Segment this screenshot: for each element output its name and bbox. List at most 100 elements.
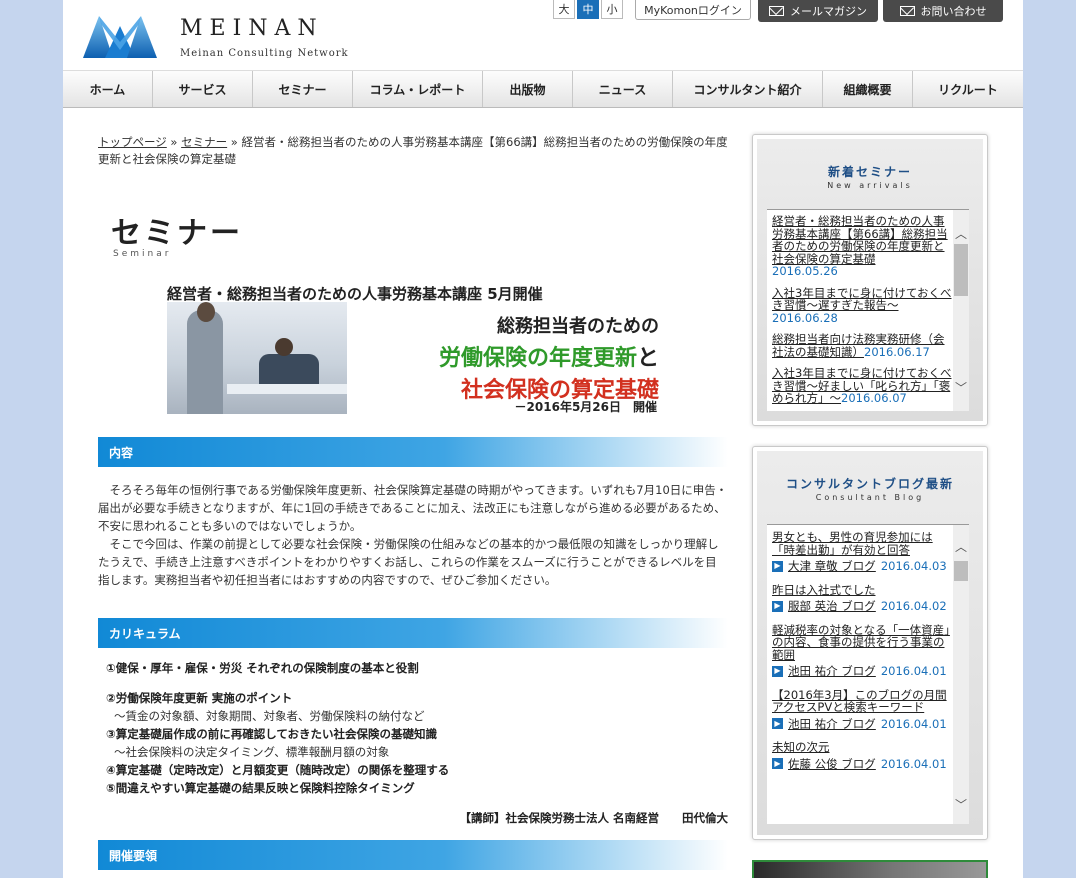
curriculum-item: ②労働保険年度更新 実施のポイント: [106, 691, 293, 705]
photo-person-standing: [187, 310, 223, 414]
nav-news[interactable]: ニュース: [573, 71, 673, 107]
nav-seminar[interactable]: セミナー: [253, 71, 353, 107]
nav-publications[interactable]: 出版物: [483, 71, 573, 107]
envelope-icon: [769, 6, 784, 16]
chevron-down-icon[interactable]: ﹀: [953, 797, 969, 812]
mykomon-login-button[interactable]: MyKomonログイン: [635, 0, 751, 20]
breadcrumb-home-link[interactable]: トップページ: [98, 135, 167, 149]
contact-button[interactable]: お問い合わせ: [883, 0, 1003, 22]
blog-item-author[interactable]: 服部 英治 ブログ: [788, 600, 876, 613]
logo-wordmark: MEINAN: [180, 16, 324, 41]
seminar-list-item[interactable]: 入社3年目までに身に付けておくべき習慣～好ましい「叱られ方」「褒められ方」～20…: [767, 362, 953, 409]
blog-item-author[interactable]: 大津 章敬 ブログ: [788, 560, 876, 573]
blog-item-date: 2016.04.01: [880, 664, 947, 678]
chevron-down-icon[interactable]: ﹀: [953, 380, 969, 395]
intro-paragraph: そろそろ毎年の恒例行事である労働保険年度更新、社会保険算定基礎の時期がやってきま…: [98, 483, 728, 533]
curriculum-subitem: ～社会保険料の決定タイミング、標準報酬月額の対象: [114, 745, 390, 759]
sidebar-banner-photo[interactable]: [752, 860, 988, 878]
consultant-blog-scrollbar[interactable]: ︿ ﹀: [953, 525, 969, 824]
nav-recruit[interactable]: リクルート: [913, 71, 1023, 107]
blog-item-meta: ▶ 池田 祐介 ブログ 2016.04.01: [772, 717, 953, 731]
curriculum-list: ①健保・厚年・雇保・労災 それぞれの保険制度の基本と役割 ②労働保険年度更新 実…: [106, 659, 728, 797]
page-title: セミナー: [111, 216, 243, 251]
blog-list-item[interactable]: 軽減税率の対象となる「一体資産」の内容、食事の提供を行う事業の範囲 ▶ 池田 祐介…: [767, 618, 953, 683]
font-size-switcher: 大 中 小: [553, 0, 623, 20]
consultant-blog-box: コンサルタントブログ最新 Consultant Blog 男女とも、男性の育児参…: [752, 446, 988, 840]
seminar-item-title: 入社3年目までに身に付けておくべき習慣～遅すぎた報告～: [772, 285, 952, 312]
section-heading-curriculum: カリキュラム: [98, 618, 728, 648]
blog-list-item[interactable]: 昨日は入社式でした ▶ 服部 英治 ブログ 2016.04.02: [767, 578, 953, 618]
seminar-item-date: 2016.06.28: [772, 310, 838, 325]
consultant-blog-list: 男女とも、男性の育児参加には「時差出勤」が有効と回答 ▶ 大津 章敬 ブログ 201…: [767, 524, 969, 824]
blog-list-item[interactable]: 【2016年3月】このブログの月間アクセスPVと検索キーワード ▶ 池田 祐介 ブ…: [767, 683, 953, 736]
blog-item-title: 軽減税率の対象となる「一体資産」の内容、食事の提供を行う事業の範囲: [772, 622, 950, 662]
seminar-item-title: 経営者・総務担当者のための人事労務基本講座【第66講】総務担当者のための労働保険…: [772, 214, 948, 266]
font-size-medium-button[interactable]: 中: [577, 0, 599, 19]
seminar-list-item[interactable]: 入社3年目までに身に付けておくべき習慣～遅すぎた報告～2016.06.28: [767, 282, 953, 329]
logo-subtitle: Meinan Consulting Network: [180, 48, 349, 59]
photo-person-head: [197, 302, 215, 322]
banner-topic-1-text: 労働保険の年度更新: [438, 346, 637, 371]
page-title-english: Seminar: [113, 249, 172, 259]
scrollbar-thumb[interactable]: [954, 244, 968, 296]
seminar-item-date: 2016.05.26: [772, 264, 838, 278]
curriculum-item: ④算定基礎（定時改定）と月額変更（随時改定）の関係を整理する: [106, 763, 450, 777]
seminar-list-item[interactable]: 経営者・総務担当者のための人事労務基本講座【第66講】総務担当者のための労働保険…: [767, 210, 953, 282]
section-heading-outline: 開催要領: [98, 840, 728, 870]
font-size-large-button[interactable]: 大: [553, 0, 575, 19]
blog-item-meta: ▶ 佐藤 公俊 ブログ 2016.04.01: [772, 757, 953, 771]
intro-paragraph: そこで今回は、作業の前提として必要な社会保険・労働保険の仕組みなどの基本的かつ最…: [98, 537, 719, 587]
blog-list-item[interactable]: 男女とも、男性の育児参加には「時差出勤」が有効と回答 ▶ 大津 章敬 ブログ 201…: [767, 525, 953, 578]
chevron-up-icon[interactable]: ︿: [953, 226, 969, 241]
breadcrumb-seminar-link[interactable]: セミナー: [181, 135, 227, 149]
seminar-item-date: 2016.06.17: [864, 344, 930, 359]
banner-target: 総務担当者のための: [497, 316, 659, 337]
nav-company[interactable]: 組織概要: [823, 71, 913, 107]
page: MEINAN Meinan Consulting Network 大 中 小 M…: [63, 0, 1023, 878]
mail-magazine-label: メールマガジン: [790, 5, 867, 18]
logo[interactable]: MEINAN Meinan Consulting Network: [83, 12, 348, 60]
blog-item-author[interactable]: 池田 祐介 ブログ: [788, 717, 876, 731]
blog-list-item[interactable]: 未知の次元 ▶ 佐藤 公俊 ブログ 2016.04.01: [767, 735, 953, 775]
nav-column-report[interactable]: コラム・レポート: [353, 71, 483, 107]
new-seminars-panel: 新着セミナー New arrivals 経営者・総務担当者のための人事労務基本講…: [757, 139, 983, 421]
blog-item-date: 2016.04.03: [880, 559, 947, 573]
seminar-banner: 経営者・総務担当者のための人事労務基本講座 5月開催 総務担当者のための 労働保…: [167, 280, 663, 414]
arrow-right-icon: ▶: [772, 665, 783, 677]
mail-magazine-button[interactable]: メールマガジン: [758, 0, 878, 22]
curriculum-item: ⑤間違えやすい算定基礎の結果反映と保険料控除タイミング: [106, 781, 415, 795]
contact-label: お問い合わせ: [920, 5, 987, 18]
blog-item-title: 【2016年3月】このブログの月間アクセスPVと検索キーワード: [772, 687, 947, 714]
blog-item-author[interactable]: 池田 祐介 ブログ: [788, 665, 876, 678]
arrow-right-icon: ▶: [772, 560, 783, 572]
nav-services[interactable]: サービス: [153, 71, 253, 107]
breadcrumb: トップページ » セミナー » 経営者・総務担当者のための人事労務基本講座【第6…: [98, 134, 728, 168]
banner-photo: [167, 302, 347, 414]
curriculum-subitem: ～賃金の対象額、対象期間、対象者、労働保険料の納付など: [114, 709, 425, 723]
blog-item-date: 2016.04.02: [880, 599, 947, 613]
new-seminars-scrollbar[interactable]: ︿ ﹀: [953, 210, 969, 411]
breadcrumb-separator: »: [166, 135, 182, 149]
consultant-blog-subtitle: Consultant Blog: [815, 493, 925, 502]
nav-consultants[interactable]: コンサルタント紹介: [673, 71, 823, 107]
nav-home[interactable]: ホーム: [63, 71, 153, 107]
banner-date: －2016年5月26日 開催: [514, 400, 657, 414]
font-size-small-button[interactable]: 小: [601, 0, 623, 19]
photo-table: [227, 384, 347, 394]
arrow-right-icon: ▶: [772, 600, 783, 612]
consultant-blog-title: コンサルタントブログ最新: [785, 477, 954, 491]
blog-item-meta: ▶ 服部 英治 ブログ 2016.04.02: [772, 600, 953, 613]
blog-item-author[interactable]: 佐藤 公俊 ブログ: [788, 757, 876, 771]
logo-mark-icon: [83, 16, 157, 58]
scrollbar-thumb[interactable]: [954, 561, 968, 581]
arrow-right-icon: ▶: [772, 718, 783, 730]
consultant-blog-panel: コンサルタントブログ最新 Consultant Blog 男女とも、男性の育児参…: [757, 451, 983, 835]
new-seminars-title: 新着セミナー: [827, 165, 912, 179]
curriculum-item: ①健保・厚年・雇保・労災 それぞれの保険制度の基本と役割: [106, 661, 419, 675]
blog-item-meta: ▶ 大津 章敬 ブログ 2016.04.03: [772, 560, 953, 573]
chevron-up-icon[interactable]: ︿: [953, 539, 969, 554]
breadcrumb-separator: »: [227, 135, 242, 149]
seminar-list-item[interactable]: 総務担当者向け法務実務研修（会社法の基礎知識）2016.06.17: [767, 328, 953, 362]
blog-item-meta: ▶ 池田 祐介 ブログ 2016.04.01: [772, 665, 953, 678]
blog-item-title: 未知の次元: [772, 740, 830, 754]
